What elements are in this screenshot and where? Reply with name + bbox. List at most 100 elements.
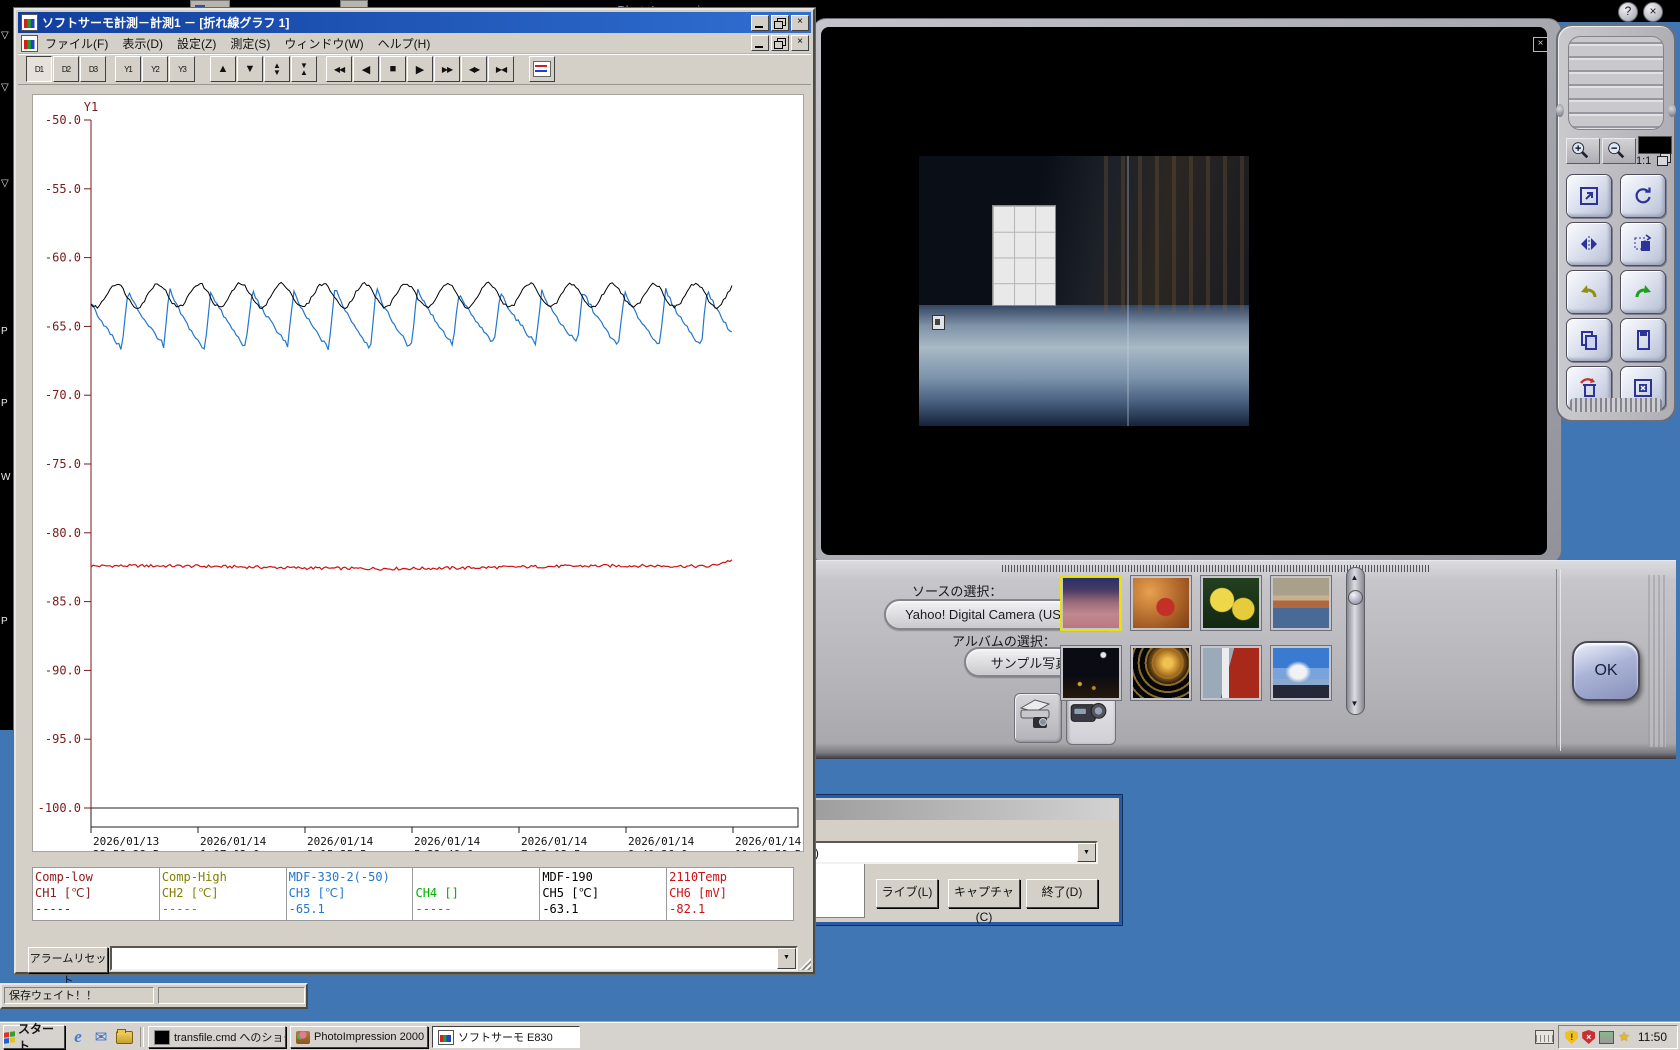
alarm-reset-button[interactable]: アラームリセット bbox=[28, 947, 108, 973]
title-bar[interactable]: ソフトサーモ計測－計測1 － [折れ線グラフ 1] × bbox=[18, 12, 811, 33]
flip-image-button[interactable] bbox=[1566, 222, 1612, 266]
rotate-image-button[interactable] bbox=[1620, 174, 1666, 218]
task-button-thermo[interactable]: ソフトサーモ E830 bbox=[432, 1026, 580, 1048]
live-button[interactable]: ライブ(L) bbox=[876, 879, 938, 908]
undo-button[interactable] bbox=[1566, 270, 1612, 314]
axis-select-Y1[interactable]: Y1 bbox=[115, 56, 141, 82]
thumbnail-sky-clouds[interactable] bbox=[1270, 645, 1332, 701]
warning-shield-icon[interactable]: ! bbox=[1565, 1030, 1578, 1044]
keyboard-layout-icon[interactable] bbox=[1535, 1030, 1554, 1044]
show-desktop-icon[interactable] bbox=[114, 1027, 134, 1047]
menu-ウィンドウ(W)[interactable]: ウィンドウ(W) bbox=[277, 33, 370, 54]
internet-explorer-icon[interactable]: e bbox=[68, 1027, 88, 1047]
copy-icon bbox=[1577, 328, 1601, 352]
menu-測定(S)[interactable]: 測定(S) bbox=[223, 33, 277, 54]
close-view-icon[interactable]: × bbox=[1533, 37, 1548, 52]
svg-text:2026/01/14: 2026/01/14 bbox=[307, 835, 374, 848]
thumbnail-red-rock-spires[interactable] bbox=[1060, 575, 1122, 631]
scroll-time-button-5[interactable]: ◀▶ bbox=[461, 56, 487, 82]
scrollbar-thumb[interactable] bbox=[1348, 590, 1363, 605]
taskbar: スタート e ✉ transfile.cmd へのショート...PhotoImp… bbox=[0, 1022, 1680, 1050]
scroll-vertical-button-2[interactable]: ▲▼ bbox=[264, 56, 290, 82]
task-label: ソフトサーモ E830 bbox=[458, 1029, 553, 1045]
thumbnail-yellow-flowers[interactable] bbox=[1200, 575, 1262, 631]
scroll-time-button-0[interactable]: ◀◀ bbox=[326, 56, 352, 82]
scroll-up-icon[interactable]: ▲ bbox=[1347, 568, 1362, 588]
star-tray-icon[interactable]: ★ bbox=[1618, 1029, 1630, 1045]
window-stack-icon[interactable] bbox=[1657, 156, 1668, 166]
minimize-icon[interactable] bbox=[751, 15, 769, 31]
resize-icon bbox=[1577, 184, 1601, 208]
menu-表示(D)[interactable]: 表示(D) bbox=[115, 33, 170, 54]
thumbnail-yellow-flowers-image bbox=[1203, 578, 1259, 628]
thumbnail-lighthouse-ship[interactable] bbox=[1200, 645, 1262, 701]
resize-image-button[interactable] bbox=[1566, 174, 1612, 218]
thumbnail-night-skyline[interactable] bbox=[1060, 645, 1122, 701]
scanner-source-button[interactable] bbox=[1014, 693, 1062, 743]
restore-icon[interactable] bbox=[771, 15, 789, 31]
svg-text:2026/01/14: 2026/01/14 bbox=[414, 835, 481, 848]
thumbnail-cardinal-bird[interactable] bbox=[1130, 575, 1192, 631]
task-button-photo[interactable]: PhotoImpression 2000 bbox=[290, 1026, 428, 1048]
scanner-icon bbox=[1015, 694, 1055, 734]
data-select-D1[interactable]: D1 bbox=[26, 56, 52, 82]
line-chart: Y1-50.0-55.0-60.0-65.0-70.0-75.0-80.0-85… bbox=[33, 95, 803, 851]
zoom-in-button[interactable] bbox=[1566, 138, 1600, 164]
scroll-vertical-button-0[interactable]: ▲ bbox=[210, 56, 236, 82]
zoom-out-button[interactable] bbox=[1602, 138, 1636, 164]
menu-設定(Z)[interactable]: 設定(Z) bbox=[170, 33, 223, 54]
graph-settings-button[interactable] bbox=[529, 56, 555, 82]
exit-button[interactable]: 終了(D) bbox=[1026, 879, 1098, 908]
capture-button[interactable]: キャプチャ(C) bbox=[948, 879, 1020, 908]
mail-icon[interactable]: ✉ bbox=[91, 1027, 111, 1047]
menu-ヘルプ(H)[interactable]: ヘルプ(H) bbox=[371, 33, 438, 54]
task-button-cmd[interactable]: transfile.cmd へのショート... bbox=[148, 1026, 286, 1048]
alarm-dropdown[interactable]: ▼ bbox=[110, 946, 798, 971]
scroll-time-button-4[interactable]: ▶▶ bbox=[434, 56, 460, 82]
redo-button[interactable] bbox=[1620, 270, 1666, 314]
svg-text:-95.0: -95.0 bbox=[45, 732, 81, 746]
error-shield-icon[interactable]: × bbox=[1582, 1030, 1595, 1044]
palette-bottom-grip[interactable] bbox=[1570, 398, 1662, 412]
mdi-close-icon[interactable]: × bbox=[791, 35, 809, 51]
start-button[interactable]: スタート bbox=[3, 1025, 65, 1049]
axis-select-Y2[interactable]: Y2 bbox=[142, 56, 168, 82]
svg-text:2026/01/14: 2026/01/14 bbox=[628, 835, 695, 848]
desktop: PhotoImpression ? × ▽▽▽PPWP × ソースの選択： Ya… bbox=[0, 0, 1680, 1050]
close-app-button[interactable]: × bbox=[1643, 2, 1663, 22]
close-icon[interactable]: × bbox=[791, 15, 809, 31]
zoom-out-icon bbox=[1603, 139, 1629, 161]
scroll-down-icon[interactable]: ▼ bbox=[1347, 694, 1362, 714]
scroll-vertical-button-1[interactable]: ▼ bbox=[237, 56, 263, 82]
desktop-icon-fragment: P bbox=[1, 616, 8, 627]
mdi-restore-icon[interactable] bbox=[771, 35, 789, 51]
copy-button[interactable] bbox=[1566, 318, 1612, 362]
rotate-icon bbox=[1631, 184, 1655, 208]
device-tray-icon[interactable] bbox=[1599, 1031, 1614, 1044]
resize-grip[interactable] bbox=[799, 958, 811, 970]
mdi-minimize-icon[interactable] bbox=[751, 35, 769, 51]
zoom-in-icon bbox=[1567, 139, 1593, 161]
crop-rotate-button[interactable] bbox=[1620, 222, 1666, 266]
help-button[interactable]: ? bbox=[1618, 2, 1638, 22]
chevron-down-icon[interactable]: ▼ bbox=[777, 948, 796, 969]
chevron-down-icon[interactable]: ▼ bbox=[1077, 843, 1096, 862]
scroll-time-button-3[interactable]: ▶ bbox=[407, 56, 433, 82]
tool-palette: 1:1 bbox=[1556, 24, 1676, 422]
paste-button[interactable] bbox=[1620, 318, 1666, 362]
palette-grip[interactable] bbox=[1568, 36, 1664, 130]
scroll-time-button-1[interactable]: ◀ bbox=[353, 56, 379, 82]
scroll-vertical-button-3[interactable]: ▼▲ bbox=[291, 56, 317, 82]
scroll-time-button-6[interactable]: ▶◀ bbox=[488, 56, 514, 82]
thumbnail-harbor-town[interactable] bbox=[1270, 575, 1332, 631]
axis-select-Y3[interactable]: Y3 bbox=[169, 56, 195, 82]
svg-text:Y1: Y1 bbox=[84, 100, 98, 114]
thumbnail-fiber-optic-lights[interactable] bbox=[1130, 645, 1192, 701]
legend-cell-ch3: MDF-330-2(-50)CH3 [℃]-65.1 bbox=[287, 868, 414, 920]
data-select-D3[interactable]: D3 bbox=[80, 56, 106, 82]
data-select-D2[interactable]: D2 bbox=[53, 56, 79, 82]
menu-ファイル(F)[interactable]: ファイル(F) bbox=[38, 33, 115, 54]
scroll-time-button-2[interactable]: ■ bbox=[380, 56, 406, 82]
thumbnail-scrollbar[interactable]: ▲ ▼ bbox=[1346, 567, 1365, 715]
ok-button[interactable]: OK bbox=[1572, 641, 1640, 701]
